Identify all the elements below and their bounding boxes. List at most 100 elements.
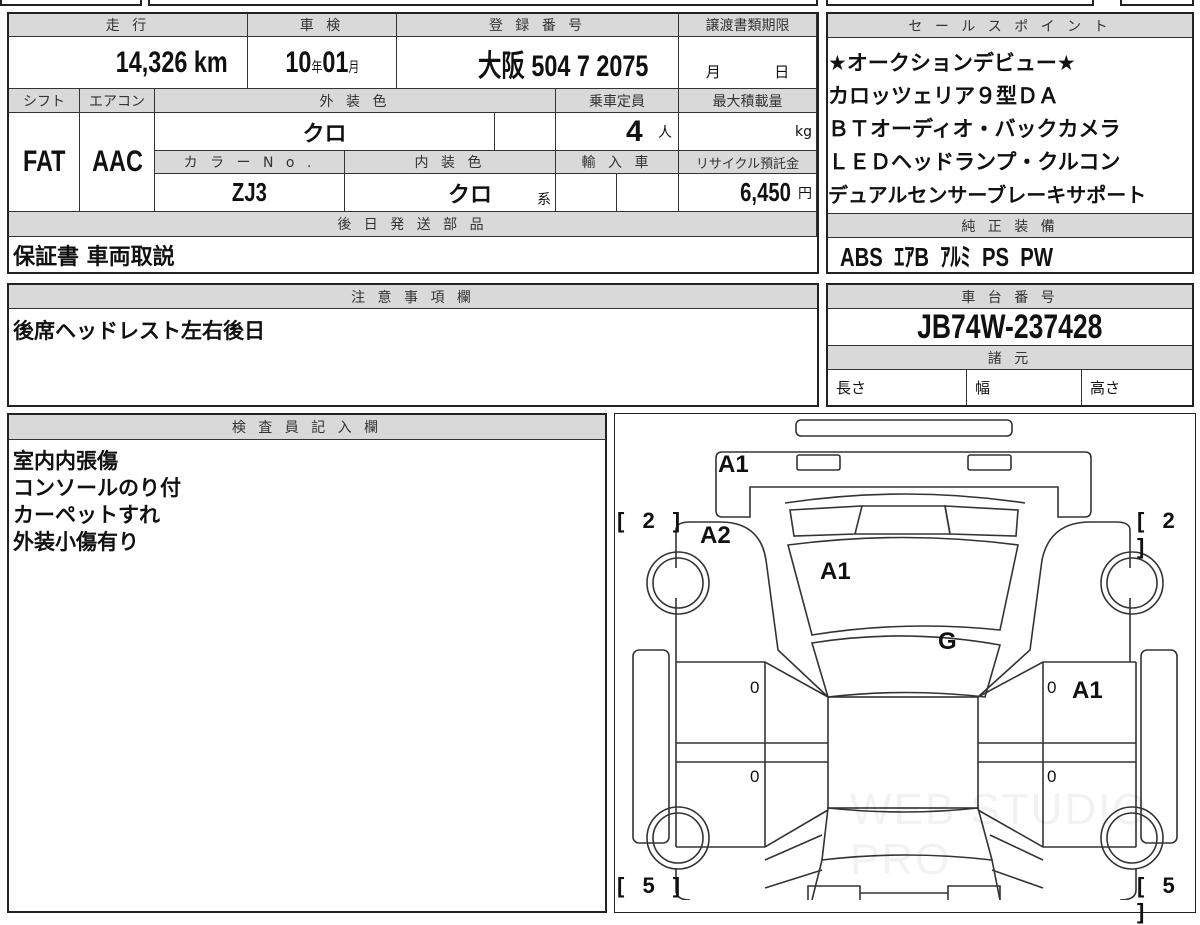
spec-header: 諸 元	[828, 346, 1192, 370]
interior-color-value: クロ 系	[345, 174, 556, 212]
recycle-fee-number: 6,450	[740, 177, 791, 207]
mark-door-rf: 0	[1047, 678, 1057, 697]
interior-color-header: 内 装 色	[345, 151, 556, 174]
notes-header: 注 意 事 項 欄	[9, 285, 817, 309]
mileage-value: 14,326 km	[9, 37, 248, 89]
wheel-lr-inner	[652, 812, 704, 864]
spec-height: 高さ	[1090, 379, 1121, 397]
bracket-rear-left: [ 5 ]	[617, 873, 687, 898]
aircon-header: エアコン	[80, 89, 155, 113]
bracket-front-right: [ 2 ]	[1137, 508, 1181, 559]
exterior-color-header: 外 装 色	[155, 89, 556, 113]
deadline-month: 月	[705, 63, 721, 81]
wheel-lr-outer	[646, 806, 710, 870]
mark-right-front-door: A1	[1072, 677, 1103, 704]
inspection-header: 車 検	[248, 14, 397, 37]
inspector-header: 検 査 員 記 入 欄	[9, 415, 605, 440]
interior-suffix: 系	[537, 192, 551, 208]
sales-point-line: デュアルセンサーブレーキサポート	[828, 183, 1147, 207]
wheel-rf-inner	[1106, 557, 1158, 609]
capacity-value: 4 人	[556, 113, 679, 151]
sales-point-line: ★オークションデビュー★	[828, 51, 1076, 75]
sales-points-header: セ ー ル ス ポ イ ン ト	[828, 14, 1192, 38]
wheel-rf-outer	[1100, 551, 1164, 615]
aircon-text: AAC	[91, 145, 143, 178]
registration-number: 大阪 504 7 2075	[477, 49, 648, 83]
interior-color-text: クロ	[447, 182, 492, 208]
notes-box: 注 意 事 項 欄 後席ヘッドレスト左右後日	[7, 283, 819, 407]
capacity-number: 4	[626, 114, 643, 148]
sales-points-box: セ ー ル ス ポ イ ン ト ★オークションデビュー★ カロッツェリア９型ＤＡ…	[826, 12, 1194, 274]
sales-point-line: カロッツェリア９型ＤＡ	[828, 84, 1059, 108]
top-cut-box	[826, 0, 1094, 6]
color-no-header: カ ラ ー N o .	[155, 151, 345, 174]
chassis-box: 車 台 番 号 JB74W-237428 諸 元 長さ 幅 高さ	[826, 283, 1194, 407]
capacity-unit: 人	[658, 124, 672, 141]
inspection-month: 01	[322, 45, 349, 79]
mark-door-rr: 0	[1047, 767, 1057, 786]
front-bumper-bar	[795, 419, 1013, 437]
bracket-front-left: [ 2 ]	[617, 508, 687, 533]
fog-lamp-left	[796, 454, 841, 471]
top-cut-box	[1120, 0, 1194, 6]
mark-front-bumper: A1	[718, 451, 749, 478]
mark-left-fender: A2	[700, 522, 731, 549]
spec-width: 幅	[967, 370, 1082, 405]
later-parts-value: 保証書 車両取説	[9, 237, 817, 272]
left-rear-quarter	[675, 834, 823, 900]
inspection-value: 10年01月	[248, 37, 397, 89]
mark-hood: A1	[820, 558, 851, 585]
chassis-number-text: JB74W-237428	[917, 309, 1103, 346]
sales-point-line: ＬＥＤヘッドランプ・クルコン	[828, 150, 1121, 174]
equipment-text: ABS ｴｱB ｱﾙﾐ PS PW	[840, 241, 1053, 272]
grille-top	[784, 493, 1026, 504]
recycle-unit: 円	[798, 185, 812, 202]
color-no-text: ZJ3	[232, 177, 267, 207]
mileage-number: 14,326	[115, 45, 187, 79]
mark-door-lr: 0	[750, 767, 760, 786]
recycle-fee-value: 6,450 円	[679, 174, 817, 212]
inspection-year: 10	[285, 45, 312, 79]
inspector-note: カーペットすれ	[13, 503, 160, 527]
imported-value-2	[617, 174, 679, 212]
deadline-day: 日	[774, 63, 790, 81]
capacity-header: 乗車定員	[556, 89, 679, 113]
inspector-note: 室内内張傷	[13, 449, 118, 473]
headlight-left	[789, 505, 951, 537]
color-no-value: ZJ3	[155, 174, 345, 212]
equipment-header: 純 正 装 備	[828, 213, 1192, 238]
load-unit: kg	[795, 123, 812, 140]
imported-header: 輸 入 車	[556, 151, 679, 174]
transfer-deadline-header: 譲渡書類期限	[679, 14, 817, 37]
mark-windshield: G	[938, 628, 957, 655]
chassis-number: JB74W-237428	[828, 309, 1192, 346]
inspector-note: コンソールのり付	[13, 476, 181, 500]
imported-value-1	[556, 174, 617, 212]
wheel-lf-inner	[652, 557, 704, 609]
shift-header: シフト	[9, 89, 80, 113]
right-front-fender	[977, 521, 1131, 698]
top-cut-box	[148, 0, 818, 6]
exterior-color-text: クロ	[302, 121, 347, 147]
registration-header: 登 録 番 号	[397, 14, 679, 37]
recycle-fee-header: リサイクル預託金	[679, 151, 817, 174]
max-load-value: kg	[679, 113, 817, 151]
front-bumper	[715, 451, 1092, 518]
year-unit: 年	[311, 58, 322, 75]
headlight-right	[944, 505, 1019, 537]
hood	[786, 536, 1019, 636]
shift-value: FAT	[9, 113, 80, 212]
month-unit: 月	[348, 58, 359, 75]
transfer-deadline-value: 月日	[679, 37, 817, 89]
inspector-note: 外装小傷有り	[13, 530, 139, 554]
later-parts-text: 保証書 車両取説	[13, 244, 175, 270]
left-step	[632, 649, 670, 844]
bracket-rear-right: [ 5 ]	[1137, 873, 1181, 924]
wheel-lf-outer	[646, 551, 710, 615]
rear-bumper	[807, 885, 1001, 900]
max-load-header: 最大積載量	[679, 89, 817, 113]
notes-text: 後席ヘッドレスト左右後日	[13, 319, 265, 343]
exterior-color-value: クロ	[155, 113, 495, 151]
watermark: WEB STUDIO PRO	[850, 785, 1149, 884]
sales-point-line: ＢＴオーディオ・バックカメラ	[828, 117, 1121, 141]
